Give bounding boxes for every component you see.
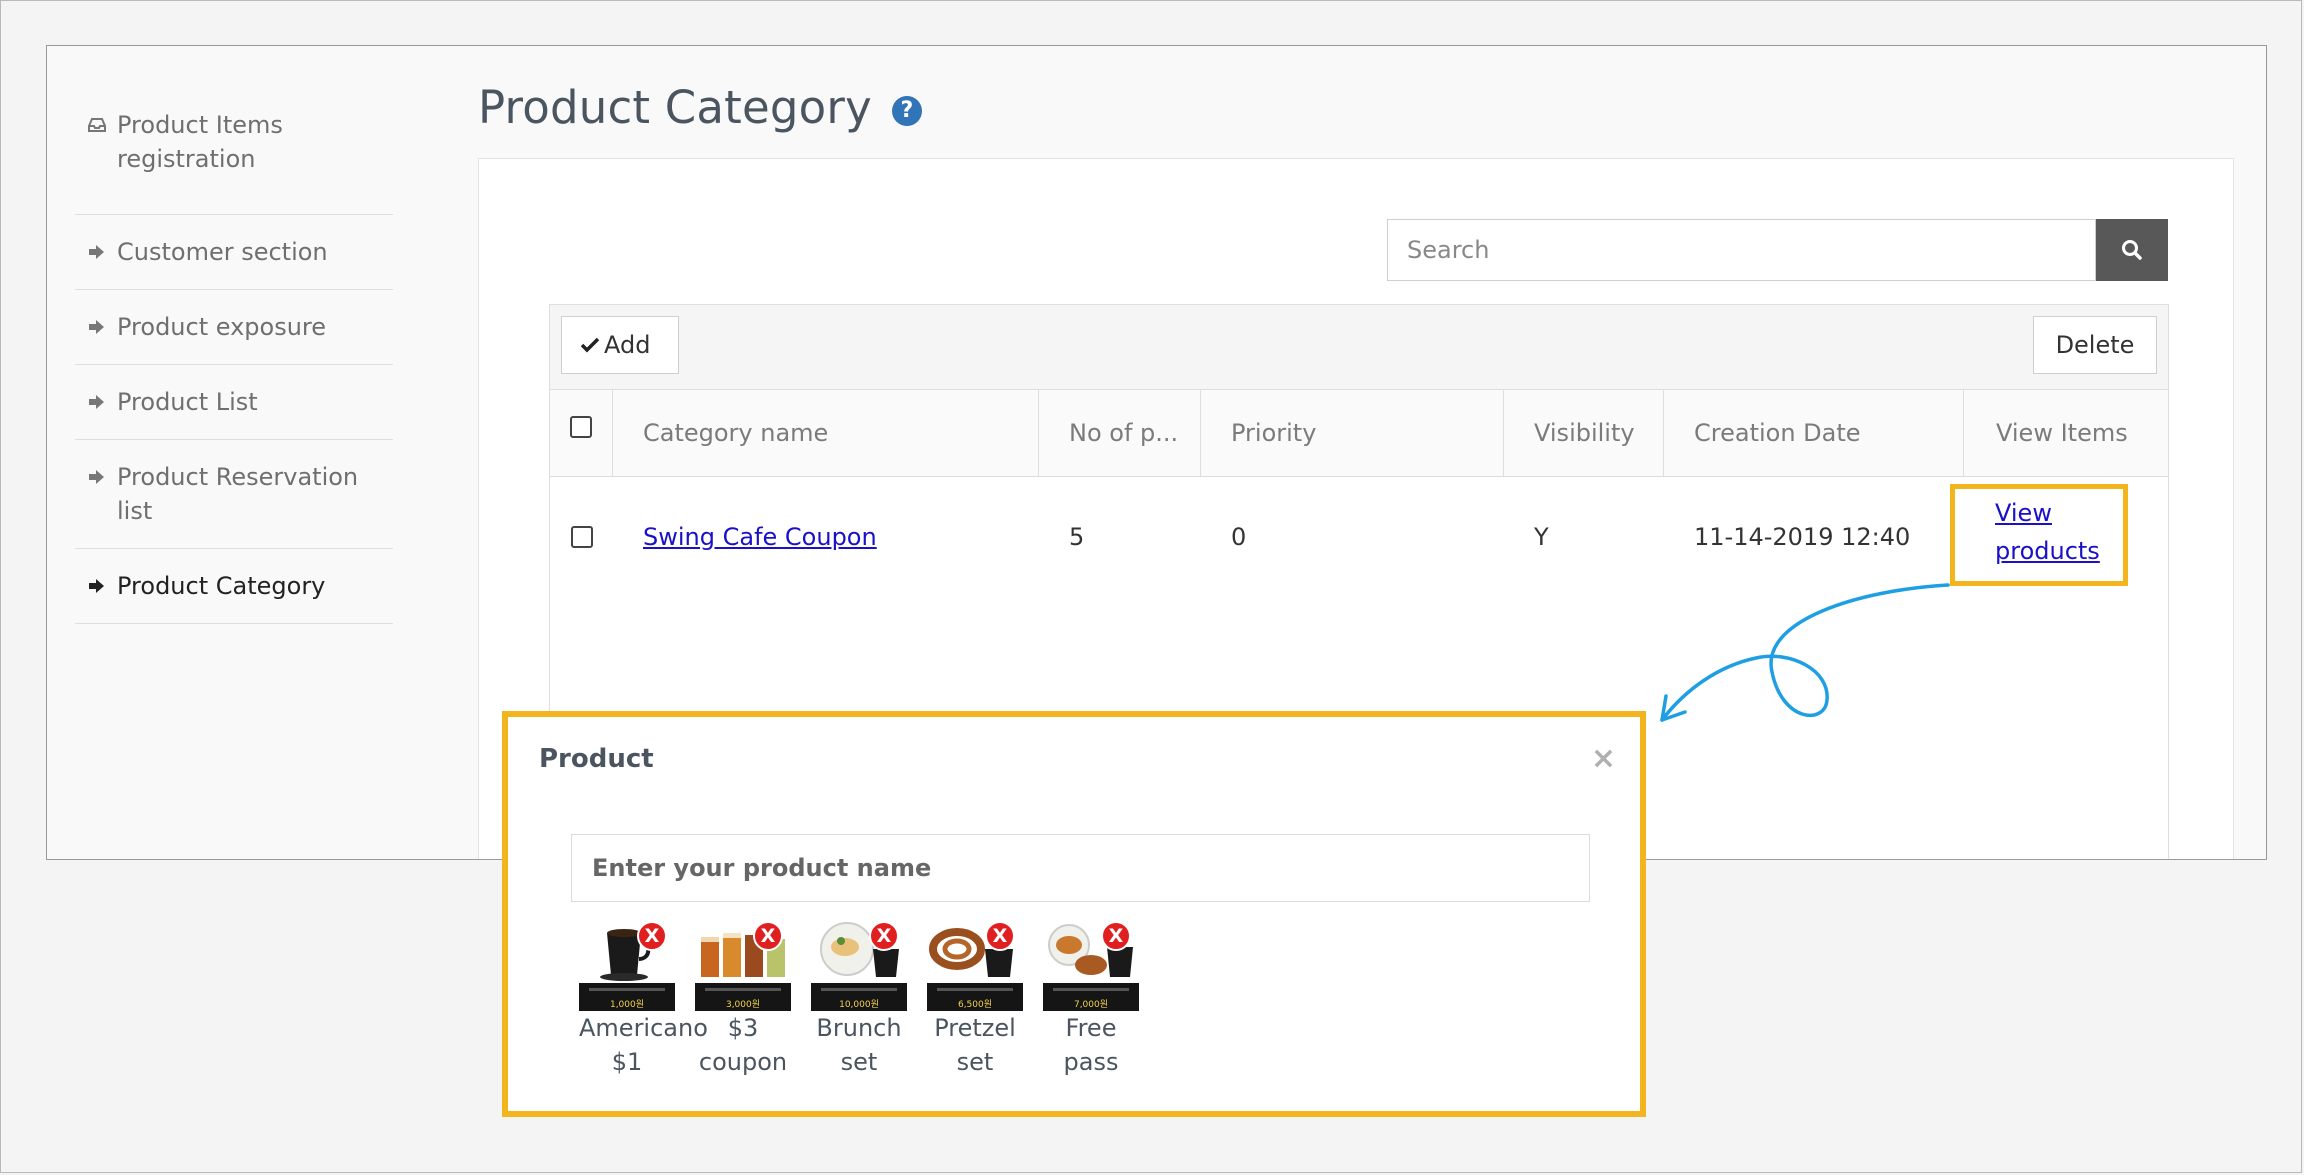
product-thumbnail[interactable]: 10,000원 X Brunch set	[811, 919, 907, 1079]
arrow-curve	[1660, 583, 1950, 722]
remove-product-icon[interactable]: X	[753, 921, 783, 951]
product-label: $3 coupon	[698, 1014, 788, 1076]
band-text-line	[1053, 988, 1129, 991]
product-thumbnail[interactable]: 3,000원 X $3 coupon	[695, 919, 791, 1079]
price-label: 3,000원	[725, 1000, 761, 1010]
price-band: 3,000원	[695, 983, 791, 1011]
remove-product-icon[interactable]: X	[869, 921, 899, 951]
product-thumbnail[interactable]: 7,000원 X Free pass	[1043, 919, 1139, 1079]
modal-title: Product	[539, 744, 654, 774]
price-label: 10,000원	[839, 1000, 879, 1010]
band-text-line	[821, 988, 897, 991]
price-band: 10,000원	[811, 983, 907, 1011]
product-image: 7,000원 X	[1043, 919, 1139, 1011]
product-label: Pretzel set	[934, 1014, 1016, 1076]
product-image: 1,000원 X	[579, 919, 675, 1011]
close-icon[interactable]: ×	[1591, 741, 1616, 776]
band-text-line	[705, 988, 781, 991]
product-modal: Product × 1,000원 X Americano $1	[502, 711, 1646, 1117]
product-label: Brunch set	[816, 1014, 902, 1076]
band-text-line	[937, 988, 1013, 991]
product-thumbnail[interactable]: 1,000원 X Americano $1	[579, 919, 708, 1079]
product-name-input[interactable]	[571, 834, 1590, 902]
price-label: 6,500원	[957, 1000, 993, 1010]
price-band: 6,500원	[927, 983, 1023, 1011]
price-label: 7,000원	[1073, 1000, 1109, 1010]
product-label: Americano $1	[579, 1014, 708, 1076]
product-image: 6,500원 X	[927, 919, 1023, 1011]
remove-product-icon[interactable]: X	[637, 921, 667, 951]
product-image: 3,000원 X	[695, 919, 791, 1011]
price-label: 1,000원	[609, 1000, 645, 1010]
product-thumbnails: 1,000원 X Americano $1 3,000원 X $3 coupon…	[579, 919, 1159, 1079]
price-band: 1,000원	[579, 983, 675, 1011]
band-text-line	[589, 988, 665, 991]
product-thumbnail[interactable]: 6,500원 X Pretzel set	[927, 919, 1023, 1079]
price-band: 7,000원	[1043, 983, 1139, 1011]
remove-product-icon[interactable]: X	[985, 921, 1015, 951]
product-label: Free pass	[1063, 1014, 1119, 1076]
product-image: 10,000원 X	[811, 919, 907, 1011]
remove-product-icon[interactable]: X	[1101, 921, 1131, 951]
